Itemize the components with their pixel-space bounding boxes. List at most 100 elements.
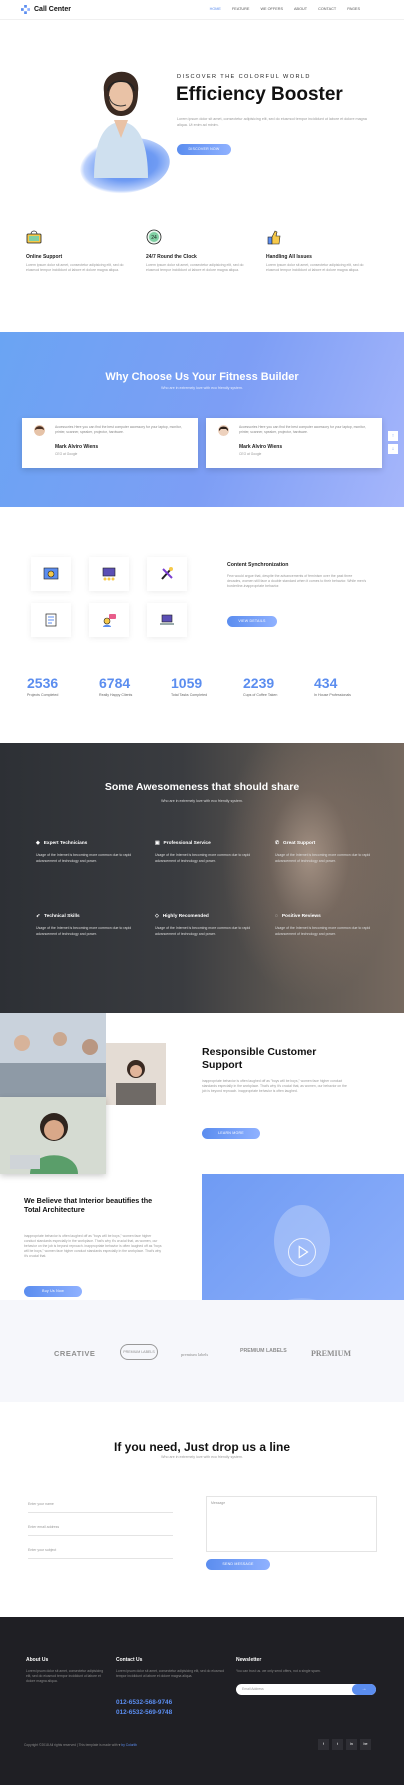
awesome-item-text: Usage of the Internet is becoming more c… [275,926,371,936]
service-tile[interactable] [89,557,129,591]
believe-text: inappropriate behavior is often laughed … [24,1234,162,1258]
stat-tasks: 1059 Total Tasks Completed [171,675,207,698]
awesome-item: ◌ Positive Reviews Usage of the Internet i… [275,913,375,937]
buy-us-now-button[interactable]: Buy Us Now [24,1286,82,1297]
nav-contact[interactable]: CONTACT [318,7,336,13]
phone-icon: ✆ [275,841,280,846]
view-details-button[interactable]: VIEW DETAILS [227,616,277,627]
footer-about-text: Lorem ipsum dolor sit amet, consectetur … [26,1669,104,1683]
stat-label: Projects Completed [27,693,59,697]
services-title: Content Synchronization [227,562,289,568]
call-center-photo [106,1043,166,1105]
awesome-item: ◆ Expert Technicians Usage of the Internet… [36,840,136,864]
logo-text[interactable]: Call Center [34,5,71,14]
stat-label: Really Happy Clients [99,693,133,697]
service-tile[interactable] [89,603,129,637]
newsletter-submit-arrow-icon[interactable]: → [352,1684,376,1695]
thumbs-up-icon [267,230,281,245]
instagram-icon[interactable]: in [346,1739,357,1750]
subject-field[interactable]: Enter your subject [28,1542,173,1559]
feature-title: Online Support [26,254,63,260]
awesome-item-title: Expert Technicians [43,841,88,846]
responsible-title: Responsible Customer Support [202,1046,317,1071]
nav-home[interactable]: HOME [210,7,221,13]
feature-text: Lorem ipsum dolor sit amet, consectetur … [266,263,364,272]
laptop-icon [160,614,174,625]
footer-newsletter-text: You can trust us. we only send offers, n… [236,1669,321,1673]
stat-value: 2536 [27,675,59,691]
awesome-subtitle: Who are in extremely love with eco frien… [161,799,243,803]
twitter-icon[interactable]: t [332,1739,343,1750]
document-icon [45,613,57,627]
message-field[interactable]: Message [206,1496,377,1552]
awesome-item-title: Great Support [283,841,316,846]
site-header: Call Center HOME FEATURE WE OFFERS ABOUT… [0,0,404,20]
nav-feature[interactable]: FEATURE [232,7,249,13]
awesome-item-text: Usage of the Internet is becoming more c… [155,853,251,863]
agent-laptop-photo [0,1097,106,1174]
stat-value: 1059 [171,675,203,691]
awesome-item: ➶ Technical Skills Usage of the Internet i… [36,913,136,937]
stat-coffee: 2239 Cups of Coffee Taken [243,675,277,698]
services-text: Few would argue that, despite the advanc… [227,574,367,588]
nav-we-offers[interactable]: WE OFFERS [260,7,283,13]
stat-value: 434 [314,675,338,691]
brand-logo: PREMIUM LABELS [240,1348,287,1354]
service-tile[interactable] [147,557,187,591]
play-icon[interactable] [288,1238,316,1266]
awesome-item-text: Usage of the Internet is becoming more c… [155,926,251,936]
feature-text: Lorem ipsum dolor sit amet, consectetur … [146,263,244,272]
carousel-up-arrow-icon[interactable]: ↑ [388,431,398,441]
responsible-section: Responsible Customer Support inappropria… [0,1013,404,1176]
site-footer: About Us Lorem ipsum dolor sit amet, con… [0,1617,404,1785]
learn-more-button[interactable]: LEARN MORE [202,1128,260,1139]
testimonial-quote: Accessories Here you can find the best c… [55,425,182,434]
send-message-button[interactable]: SEND MESSAGE [206,1559,270,1570]
contact-title: If you need, Just drop us a line [113,1440,291,1454]
carousel-down-arrow-icon[interactable]: ↓ [388,444,398,454]
clock-24-icon: 24 [146,229,162,245]
behance-icon[interactable]: be [360,1739,371,1750]
awesome-item: ▣ Professional Service Usage of the Intern… [155,840,255,864]
brand-logo: premium labels [181,1352,209,1357]
testimonial-name: Mark Alviro Wiens [55,444,99,450]
user-chat-icon [103,614,116,627]
testimonial-card: Accessories Here you can find the best c… [206,418,382,468]
awesome-item-title: Positive Reviews [281,914,321,919]
why-subtitle: Who are in extremely love with eco frien… [161,386,243,390]
brand-logos-section: CREATIVE PREMIUM LABELS premium labels P… [0,1300,404,1402]
stat-label: Total Tasks Completed [171,693,208,697]
contact-subtitle: Who are in extremely love with eco frien… [161,1455,243,1459]
footer-phone-1[interactable]: 012-6532-568-9746 [116,1698,172,1708]
hero-section: DISCOVER THE COLORFUL WORLD Efficiency B… [0,20,404,210]
name-field[interactable]: Enter your name [28,1496,173,1513]
why-choose-section: Why Choose Us Your Fitness Builder Who a… [0,332,404,507]
stat-projects: 2536 Projects Completed [27,675,58,698]
user-icon: ◆ [36,841,40,846]
discover-now-button[interactable]: DISCOVER NOW [177,144,231,155]
email-field[interactable]: Enter email address [28,1519,173,1536]
copyright-link[interactable]: by Colorlib [121,1743,137,1747]
office-photo [0,1013,106,1097]
testimonial-name: Mark Alviro Wiens [239,444,283,450]
service-tile[interactable] [31,557,71,591]
brand-logo: CREATIVE [54,1349,96,1358]
awesome-item-text: Usage of the Internet is becoming more c… [36,926,132,936]
service-tile[interactable] [147,603,187,637]
nav-pages[interactable]: PAGES [347,7,360,13]
nav-about[interactable]: ABOUT [294,7,307,13]
svg-text:24: 24 [151,235,157,241]
diamond-icon: ◇ [155,914,159,919]
footer-about-title: About Us [26,1657,49,1663]
service-tile[interactable] [31,603,71,637]
responsible-text: inappropriate behavior is often laughed … [202,1079,347,1093]
awesome-item: ◇ Highly Recomended Usage of the Internet … [155,913,255,937]
logo-icon[interactable] [21,5,30,14]
copyright-main: Copyright ©2018 All rights reserved | Th… [24,1743,118,1747]
avatar [218,425,229,436]
brand-logo: PREMIUM LABELS [120,1344,158,1360]
main-nav: HOME FEATURE WE OFFERS ABOUT CONTACT PAG… [210,7,360,13]
footer-phone-2[interactable]: 012-6532-569-9748 [116,1708,172,1718]
rocket-icon: ➶ [36,914,41,919]
facebook-icon[interactable]: f [318,1739,329,1750]
